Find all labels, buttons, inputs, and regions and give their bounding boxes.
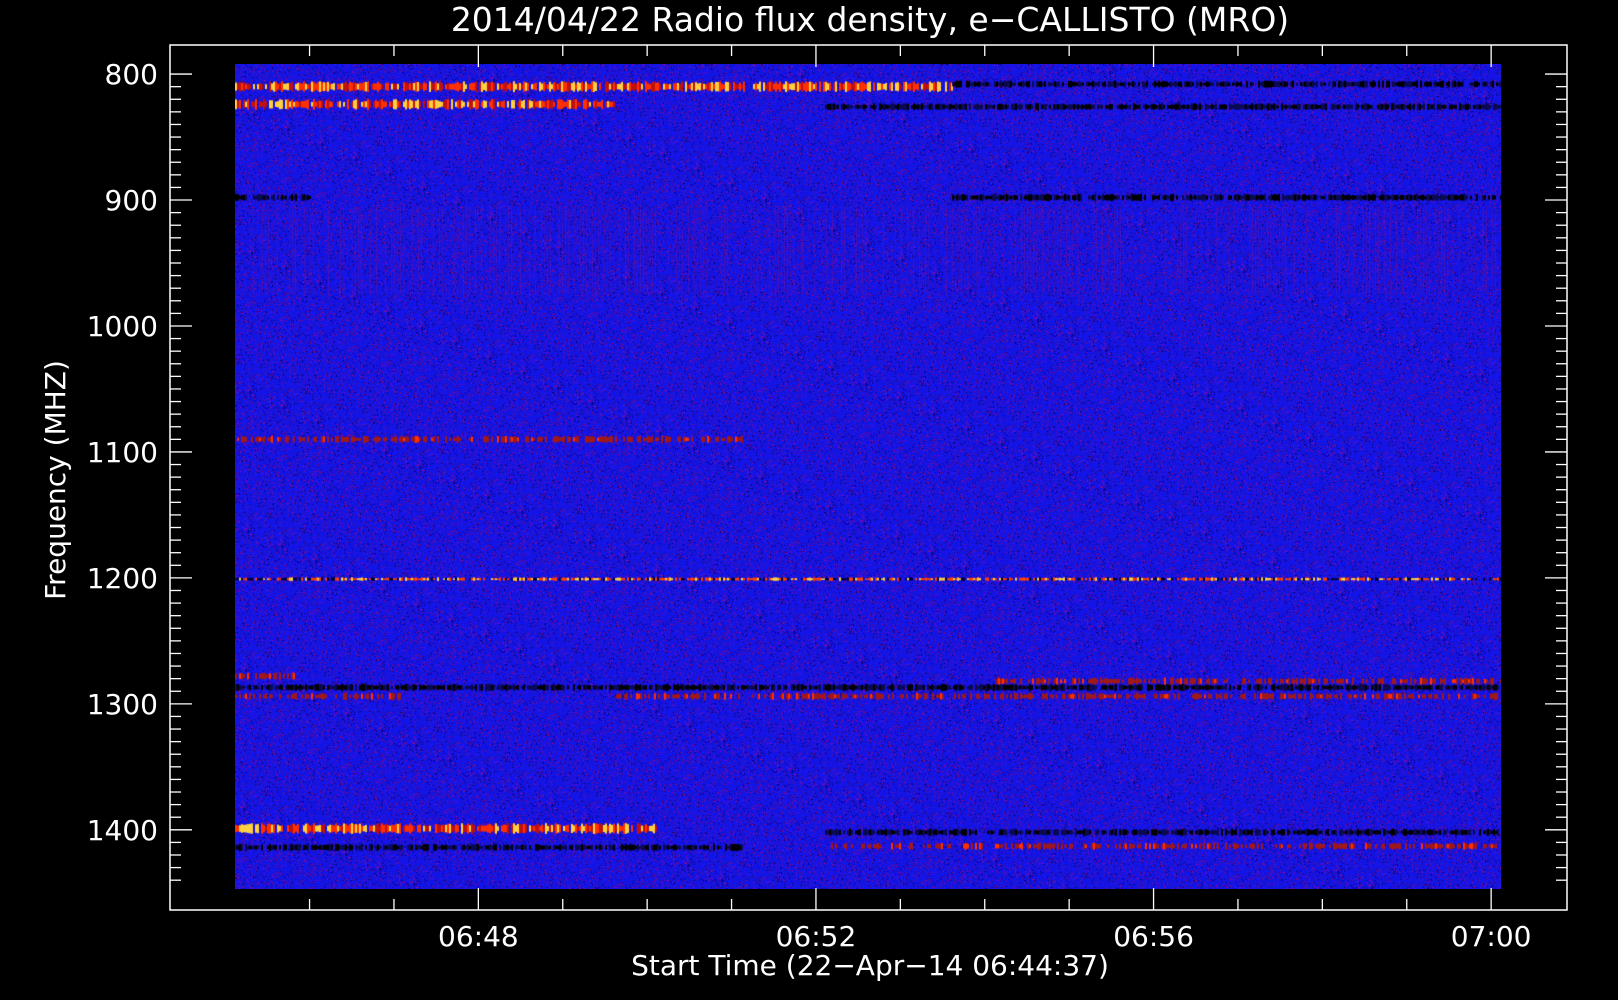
plot-frame xyxy=(169,44,1568,911)
plot-border xyxy=(169,44,1568,911)
y-tick-label: 900 xyxy=(105,184,158,217)
y-axis-ticks: 800 900 1000 1100 1200 1300 1400 xyxy=(87,58,1567,881)
y-tick-label: 1000 xyxy=(87,310,158,343)
x-tick-label: 07:00 xyxy=(1451,920,1532,953)
x-axis-ticks: 06:48 06:52 06:56 07:00 xyxy=(308,45,1532,953)
x-tick-label: 06:48 xyxy=(438,920,519,953)
chart-axes: 06:48 06:52 06:56 07:00 8009001000110012001… xyxy=(39,0,1568,982)
y-tick-label: 1400 xyxy=(87,814,158,847)
chart-title: 2014/04/22 Radio flux density, e−CALLIST… xyxy=(451,0,1289,39)
y-tick-label: 800 xyxy=(105,58,158,91)
x-axis-label: Start Time (22−Apr−14 06:44:37) xyxy=(631,949,1109,982)
y-tick-label: 1300 xyxy=(87,688,158,721)
y-tick-label: 1200 xyxy=(87,562,158,595)
x-tick-label: 06:56 xyxy=(1113,920,1194,953)
y-axis-label: Frequency (MHZ) xyxy=(39,360,72,600)
y-tick-label: 1100 xyxy=(87,436,158,469)
